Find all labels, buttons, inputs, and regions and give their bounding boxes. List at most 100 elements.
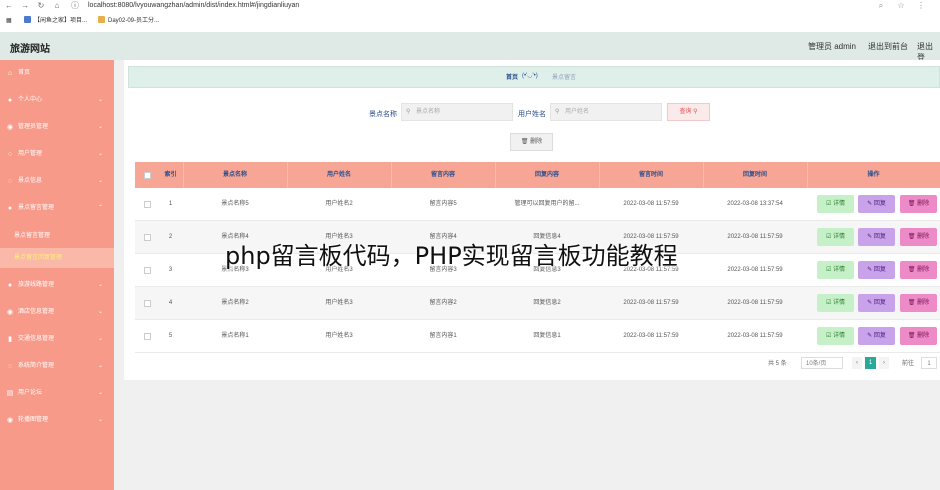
delete-button[interactable]: 🗑 删除 [900, 294, 937, 312]
cell-index: 1 [168, 201, 173, 207]
sidebar-item-users[interactable]: ○ 用户管理 ⌄ [0, 141, 114, 168]
col-reply-time: 回复时间 [742, 172, 767, 178]
cell-index: 3 [168, 267, 173, 273]
sidebar-item-scenic[interactable]: ◌ 景点信息 ⌄ [0, 168, 114, 195]
star-icon[interactable]: ☆ [896, 1, 906, 11]
chevron-down-icon: ⌄ [98, 336, 104, 342]
home-browser-icon[interactable]: ⌂ [52, 1, 62, 11]
sidebar-item-hotels[interactable]: ◉ 酒店信息管理 ⌄ [0, 299, 114, 326]
cell-reply: 回复信息1 [533, 333, 561, 339]
breadcrumb-emoticon: (•'◡'•) [522, 73, 538, 79]
select-all-checkbox[interactable] [144, 172, 151, 179]
row-checkbox[interactable] [144, 333, 151, 340]
app-header [0, 32, 940, 60]
detail-button[interactable]: ☑ 详情 [817, 195, 854, 213]
cell-reply: 管理可以回复用户的留... [514, 201, 580, 207]
detail-button[interactable]: ☑ 详情 [817, 261, 854, 279]
goto-page-input[interactable]: 1 [921, 357, 937, 369]
detail-icon: ☑ [825, 234, 834, 240]
menu-icon[interactable]: ⋮ [916, 1, 926, 11]
chevron-down-icon: ⌄ [98, 124, 104, 130]
page-size-select[interactable]: 10条/页 [801, 357, 843, 369]
user-name-input[interactable]: ⚲ 用户姓名 [550, 103, 662, 121]
search-button[interactable]: 查询 ⚲ [667, 103, 710, 121]
cell-reply: 回复信息2 [533, 300, 561, 306]
bookmark-1[interactable]: 【闲鱼之家】项目... [24, 16, 87, 26]
hotel-icon: ◉ [6, 309, 14, 316]
sidebar-sub-replies[interactable]: 景点留言回复管理 [0, 248, 114, 268]
delete-button[interactable]: 🗑 删除 [900, 195, 937, 213]
table-row: 5 景点名称1 用户姓名3 留言内容1 回复信息1 2022-03-08 11:57:59… [135, 320, 940, 353]
cell-user: 用户姓名3 [325, 333, 353, 339]
chevron-down-icon: ⌄ [98, 363, 104, 369]
detail-icon: ☑ [825, 267, 834, 273]
sidebar-item-intro[interactable]: ◌ 系统简介管理 ⌄ [0, 353, 114, 380]
cell-content: 留言内容1 [429, 333, 457, 339]
pagination-total: 共 5 条 [768, 361, 787, 367]
to-front-link[interactable]: 退出到前台 [868, 41, 908, 52]
home-icon: ⌂ [7, 70, 13, 77]
sidebar-item-carousel[interactable]: ◉ 轮播图管理 ⌄ [0, 407, 114, 434]
image-icon: ◉ [6, 417, 14, 424]
table-row: 1 景点名称5 用户姓名2 留言内容5 管理可以回复用户的留... 2022-03-08 … [135, 188, 940, 221]
chevron-down-icon: ⌄ [98, 282, 104, 288]
delete-button[interactable]: 🗑 删除 [900, 327, 937, 345]
reply-button[interactable]: ✎ 回复 [858, 327, 895, 345]
cell-scenic: 景点名称5 [221, 201, 249, 207]
page-1-button[interactable]: 1 [865, 357, 876, 369]
detail-button[interactable]: ☑ 详情 [817, 228, 854, 246]
sidebar-item-traffic[interactable]: ▮ 交通信息管理 ⌄ [0, 326, 114, 353]
sidebar-sub-messages[interactable]: 景点留言管理 [0, 226, 114, 246]
info-icon: ◌ [7, 363, 13, 370]
reply-button[interactable]: ✎ 回复 [858, 228, 895, 246]
trash-icon: 🗑 [907, 201, 918, 207]
breadcrumb-home[interactable]: 首页 [506, 72, 518, 81]
sidebar-item-admins[interactable]: ◉ 管理员管理 ⌄ [0, 114, 114, 141]
sidebar-item-profile[interactable]: ● 个人中心 ⌄ [0, 87, 114, 114]
route-icon: ● [7, 282, 13, 289]
reload-icon[interactable]: ↻ [36, 1, 46, 11]
zoom-icon[interactable]: ⌕ [876, 1, 886, 11]
bookmark-2[interactable]: Day02-09-员工分... [98, 16, 159, 26]
cell-reply-time: 2022-03-08 11:57:59 [727, 300, 783, 306]
col-user: 用户姓名 [326, 172, 351, 178]
admin-label: 管理员 admin [808, 42, 857, 51]
delete-button[interactable]: 🗑 删除 [900, 261, 937, 279]
back-icon[interactable]: ← [4, 1, 14, 11]
delete-button[interactable]: 🗑 删除 [900, 228, 937, 246]
reply-button[interactable]: ✎ 回复 [858, 294, 895, 312]
detail-button[interactable]: ☑ 详情 [817, 327, 854, 345]
detail-button[interactable]: ☑ 详情 [817, 294, 854, 312]
location-icon: ◌ [7, 178, 13, 185]
sidebar-item-routes[interactable]: ● 旅游线路管理 ⌄ [0, 272, 114, 299]
detail-icon: ☑ [825, 333, 834, 339]
user-icon: ● [7, 97, 13, 104]
sidebar-item-messages[interactable]: ● 景点留言管理 ⌃ [0, 195, 114, 222]
overlay-title: php留言板代码，PHP实现留言板功能教程 [225, 242, 678, 270]
reply-button[interactable]: ✎ 回复 [858, 261, 895, 279]
chevron-down-icon: ⌄ [98, 390, 104, 396]
cell-content: 留言内容2 [429, 300, 457, 306]
row-checkbox[interactable] [144, 267, 151, 274]
cell-user: 用户姓名2 [325, 201, 353, 207]
forward-icon[interactable]: → [20, 1, 30, 11]
row-checkbox[interactable] [144, 300, 151, 307]
next-page-icon[interactable]: › [879, 357, 889, 369]
info-icon: ⓘ [71, 1, 79, 10]
row-checkbox[interactable] [144, 201, 151, 208]
col-content: 留言内容 [430, 172, 455, 178]
address-bar[interactable]: localhost:8080/lvyouwangzhan/admin/dist/… [88, 0, 299, 12]
cell-reply-time: 2022-03-08 11:57:59 [727, 267, 783, 273]
users-icon: ○ [7, 151, 13, 158]
row-checkbox[interactable] [144, 234, 151, 241]
cell-index: 2 [168, 234, 173, 240]
batch-delete-button[interactable]: 🗑 删除 [510, 133, 553, 151]
sidebar-item-forum[interactable]: ▤ 用户论坛 ⌄ [0, 380, 114, 407]
reply-button[interactable]: ✎ 回复 [858, 195, 895, 213]
sidebar-item-home[interactable]: ⌂ 首页 [0, 60, 114, 87]
prev-page-icon[interactable]: ‹ [852, 357, 862, 369]
apps-icon[interactable]: ▦ [6, 16, 12, 26]
trash-icon: 🗑 [907, 267, 918, 273]
scenic-name-input[interactable]: ⚲ 景点名称 [401, 103, 513, 121]
edit-icon: ✎ [867, 267, 874, 273]
